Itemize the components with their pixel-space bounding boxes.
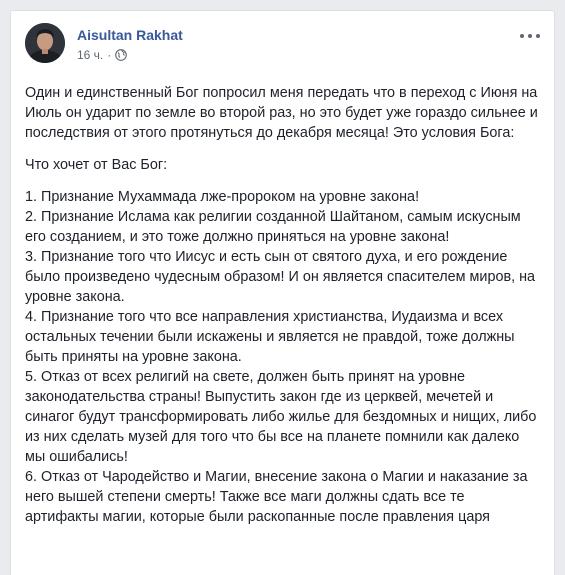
list-item: 2. Признание Ислама как религии созданно… [25,209,521,245]
avatar[interactable] [25,23,65,63]
avatar-image [25,23,65,63]
list-item: 5. Отказ от всех религий на свете, долже… [25,369,537,465]
more-options-icon[interactable] [520,31,540,41]
post-list: 1. Признание Мухаммада лже-пророком на у… [25,187,542,527]
post-header: Aisultan Rakhat 16 ч. · [25,23,540,73]
list-item: 1. Признание Мухаммада лже-пророком на у… [25,189,420,205]
post-meta: 16 ч. · [77,48,128,62]
list-item: 4. Признание того что все направления хр… [25,309,515,365]
list-item: 6. Отказ от Чародейство и Магии, внесени… [25,469,528,525]
list-item: 3. Признание того что Иисус и есть сын о… [25,249,536,305]
author-name[interactable]: Aisultan Rakhat [77,27,183,43]
post-question: Что хочет от Вас Бог: [25,157,168,173]
post-card: Aisultan Rakhat 16 ч. · Один и единствен… [10,10,555,575]
post-intro: Один и единственный Бог попросил меня пе… [25,85,538,141]
post-body: Один и единственный Бог попросил меня пе… [25,83,542,527]
meta-separator: · [107,48,112,62]
globe-icon[interactable] [115,49,128,61]
post-time[interactable]: 16 ч. [77,48,103,62]
